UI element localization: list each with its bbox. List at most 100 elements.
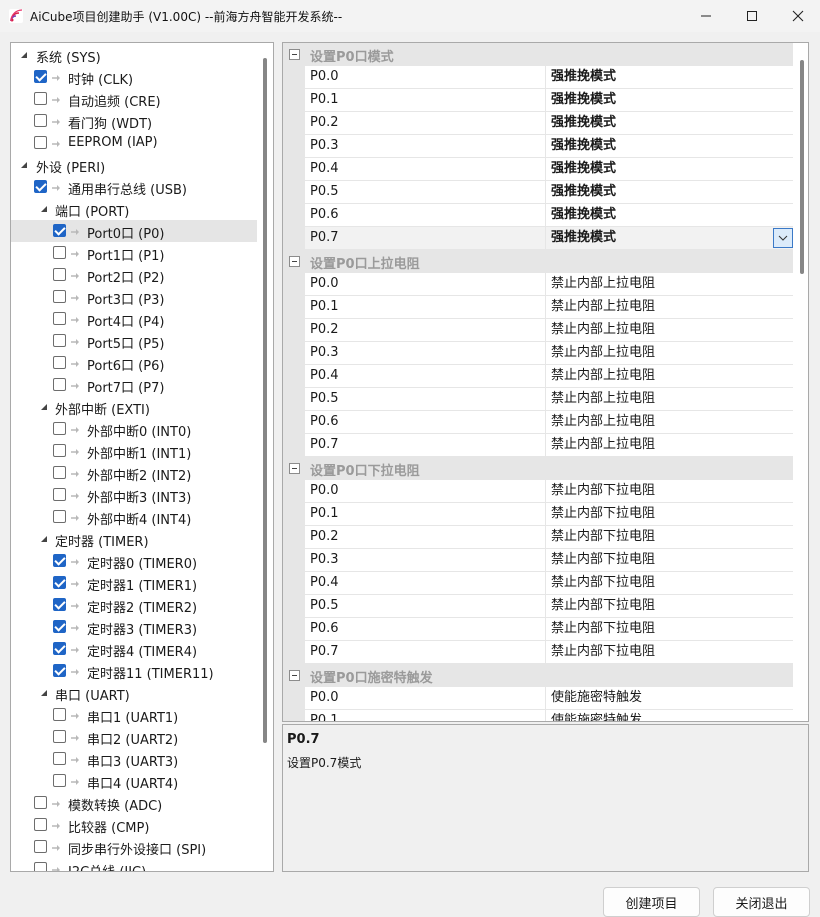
property-row[interactable]: P0.3 禁止内部下拉电阻 bbox=[283, 549, 793, 572]
property-row[interactable]: P0.7 强推挽模式 bbox=[283, 227, 793, 250]
tree-item-checkbox[interactable] bbox=[53, 598, 66, 611]
tree-item-checkbox[interactable] bbox=[53, 554, 66, 567]
tree-item-checkbox[interactable] bbox=[53, 488, 66, 501]
tree-item-checkbox[interactable] bbox=[53, 576, 66, 589]
property-value[interactable]: 强推挽模式 bbox=[546, 158, 793, 181]
close-exit-button[interactable]: 关闭退出 bbox=[713, 887, 810, 917]
tree-item[interactable]: 定时器4 (TIMER4) bbox=[11, 638, 257, 660]
tree-item-checkbox[interactable] bbox=[53, 708, 66, 721]
tree-item-checkbox[interactable] bbox=[53, 752, 66, 765]
tree-item[interactable]: 外部中断 (EXTI) bbox=[11, 396, 257, 418]
collapse-icon[interactable] bbox=[289, 463, 300, 474]
property-row[interactable]: P0.3 强推挽模式 bbox=[283, 135, 793, 158]
property-row[interactable]: P0.6 禁止内部上拉电阻 bbox=[283, 411, 793, 434]
property-row[interactable]: P0.4 禁止内部下拉电阻 bbox=[283, 572, 793, 595]
tree-item[interactable]: 时钟 (CLK) bbox=[11, 66, 257, 88]
module-tree[interactable]: 系统 (SYS) 时钟 (CLK) 自动追频 (CRE) 看门狗 (WDT) EEPRO… bbox=[10, 42, 274, 872]
tree-item[interactable]: 定时器1 (TIMER1) bbox=[11, 572, 257, 594]
property-value[interactable]: 禁止内部上拉电阻 bbox=[546, 434, 793, 457]
tree-item-checkbox[interactable] bbox=[34, 136, 47, 149]
property-row[interactable]: P0.4 禁止内部上拉电阻 bbox=[283, 365, 793, 388]
tree-item-checkbox[interactable] bbox=[53, 774, 66, 787]
tree-item[interactable]: 定时器2 (TIMER2) bbox=[11, 594, 257, 616]
tree-item[interactable]: I2C总线 (IIC) bbox=[11, 858, 257, 871]
property-value[interactable]: 使能施密特触发 bbox=[546, 710, 793, 721]
property-row[interactable]: P0.1 禁止内部下拉电阻 bbox=[283, 503, 793, 526]
tree-item[interactable]: 定时器0 (TIMER0) bbox=[11, 550, 257, 572]
tree-item[interactable]: 串口3 (UART3) bbox=[11, 748, 257, 770]
property-value[interactable]: 禁止内部上拉电阻 bbox=[546, 388, 793, 411]
tree-item-checkbox[interactable] bbox=[53, 466, 66, 479]
property-row[interactable]: P0.5 强推挽模式 bbox=[283, 181, 793, 204]
property-value[interactable]: 使能施密特触发 bbox=[546, 687, 793, 710]
property-row[interactable]: P0.5 禁止内部上拉电阻 bbox=[283, 388, 793, 411]
property-row[interactable]: P0.0 禁止内部下拉电阻 bbox=[283, 480, 793, 503]
property-grid[interactable]: 设置P0口模式 P0.0 强推挽模式 P0.1 强推挽模式 P0.2 强推挽模式 P0.3 强推… bbox=[282, 42, 809, 722]
tree-item[interactable]: 外部中断0 (INT0) bbox=[11, 418, 257, 440]
tree-item-checkbox[interactable] bbox=[53, 444, 66, 457]
property-value[interactable]: 强推挽模式 bbox=[546, 66, 793, 89]
property-row[interactable]: P0.6 强推挽模式 bbox=[283, 204, 793, 227]
tree-item[interactable]: Port5口 (P5) bbox=[11, 330, 257, 352]
property-value[interactable]: 强推挽模式 bbox=[546, 227, 793, 250]
property-value[interactable]: 禁止内部下拉电阻 bbox=[546, 526, 793, 549]
property-row[interactable]: P0.6 禁止内部下拉电阻 bbox=[283, 618, 793, 641]
tree-item[interactable]: Port6口 (P6) bbox=[11, 352, 257, 374]
tree-item[interactable]: Port0口 (P0) bbox=[11, 220, 257, 242]
tree-item-checkbox[interactable] bbox=[53, 378, 66, 391]
tree-item-checkbox[interactable] bbox=[34, 840, 47, 853]
tree-item[interactable]: 外部中断4 (INT4) bbox=[11, 506, 257, 528]
collapse-icon[interactable] bbox=[289, 49, 300, 60]
tree-item-checkbox[interactable] bbox=[53, 422, 66, 435]
expand-toggle-icon[interactable] bbox=[19, 50, 29, 60]
tree-item[interactable]: Port7口 (P7) bbox=[11, 374, 257, 396]
tree-item-checkbox[interactable] bbox=[53, 224, 66, 237]
tree-item-checkbox[interactable] bbox=[53, 334, 66, 347]
tree-item[interactable]: 看门狗 (WDT) bbox=[11, 110, 257, 132]
tree-item[interactable]: Port4口 (P4) bbox=[11, 308, 257, 330]
property-value[interactable]: 禁止内部下拉电阻 bbox=[546, 480, 793, 503]
property-row[interactable]: P0.0 禁止内部上拉电阻 bbox=[283, 273, 793, 296]
tree-item[interactable]: Port1口 (P1) bbox=[11, 242, 257, 264]
property-row[interactable]: P0.7 禁止内部下拉电阻 bbox=[283, 641, 793, 664]
expand-toggle-icon[interactable] bbox=[19, 160, 29, 170]
expand-toggle-icon[interactable] bbox=[39, 688, 49, 698]
property-category[interactable]: 设置P0口施密特触发 bbox=[283, 664, 793, 687]
collapse-icon[interactable] bbox=[289, 670, 300, 681]
tree-item[interactable]: 串口1 (UART1) bbox=[11, 704, 257, 726]
tree-item-checkbox[interactable] bbox=[34, 70, 47, 83]
property-row[interactable]: P0.2 强推挽模式 bbox=[283, 112, 793, 135]
tree-scrollbar[interactable] bbox=[263, 58, 267, 743]
expand-toggle-icon[interactable] bbox=[39, 402, 49, 412]
tree-item-checkbox[interactable] bbox=[53, 312, 66, 325]
grid-scrollbar[interactable] bbox=[800, 60, 804, 274]
property-row[interactable]: P0.1 使能施密特触发 bbox=[283, 710, 793, 721]
property-value[interactable]: 强推挽模式 bbox=[546, 181, 793, 204]
tree-item[interactable]: 外设 (PERI) bbox=[11, 154, 257, 176]
property-value[interactable]: 禁止内部下拉电阻 bbox=[546, 595, 793, 618]
property-category[interactable]: 设置P0口下拉电阻 bbox=[283, 457, 793, 480]
property-row[interactable]: P0.0 强推挽模式 bbox=[283, 66, 793, 89]
property-row[interactable]: P0.7 禁止内部上拉电阻 bbox=[283, 434, 793, 457]
tree-item[interactable]: Port2口 (P2) bbox=[11, 264, 257, 286]
tree-item[interactable]: 端口 (PORT) bbox=[11, 198, 257, 220]
property-value[interactable]: 强推挽模式 bbox=[546, 204, 793, 227]
tree-item[interactable]: 串口4 (UART4) bbox=[11, 770, 257, 792]
property-value[interactable]: 强推挽模式 bbox=[546, 135, 793, 158]
tree-item[interactable]: 自动追频 (CRE) bbox=[11, 88, 257, 110]
property-row[interactable]: P0.0 使能施密特触发 bbox=[283, 687, 793, 710]
property-value[interactable]: 禁止内部下拉电阻 bbox=[546, 572, 793, 595]
collapse-icon[interactable] bbox=[289, 256, 300, 267]
expand-toggle-icon[interactable] bbox=[39, 204, 49, 214]
value-dropdown-button[interactable] bbox=[773, 228, 793, 248]
property-value[interactable]: 强推挽模式 bbox=[546, 112, 793, 135]
tree-item[interactable]: 外部中断3 (INT3) bbox=[11, 484, 257, 506]
tree-item-checkbox[interactable] bbox=[53, 356, 66, 369]
property-value[interactable]: 禁止内部上拉电阻 bbox=[546, 342, 793, 365]
property-value[interactable]: 强推挽模式 bbox=[546, 89, 793, 112]
tree-item[interactable]: 同步串行外设接口 (SPI) bbox=[11, 836, 257, 858]
tree-item-checkbox[interactable] bbox=[34, 862, 47, 871]
property-row[interactable]: P0.3 禁止内部上拉电阻 bbox=[283, 342, 793, 365]
property-category[interactable]: 设置P0口模式 bbox=[283, 43, 793, 66]
property-value[interactable]: 禁止内部上拉电阻 bbox=[546, 411, 793, 434]
